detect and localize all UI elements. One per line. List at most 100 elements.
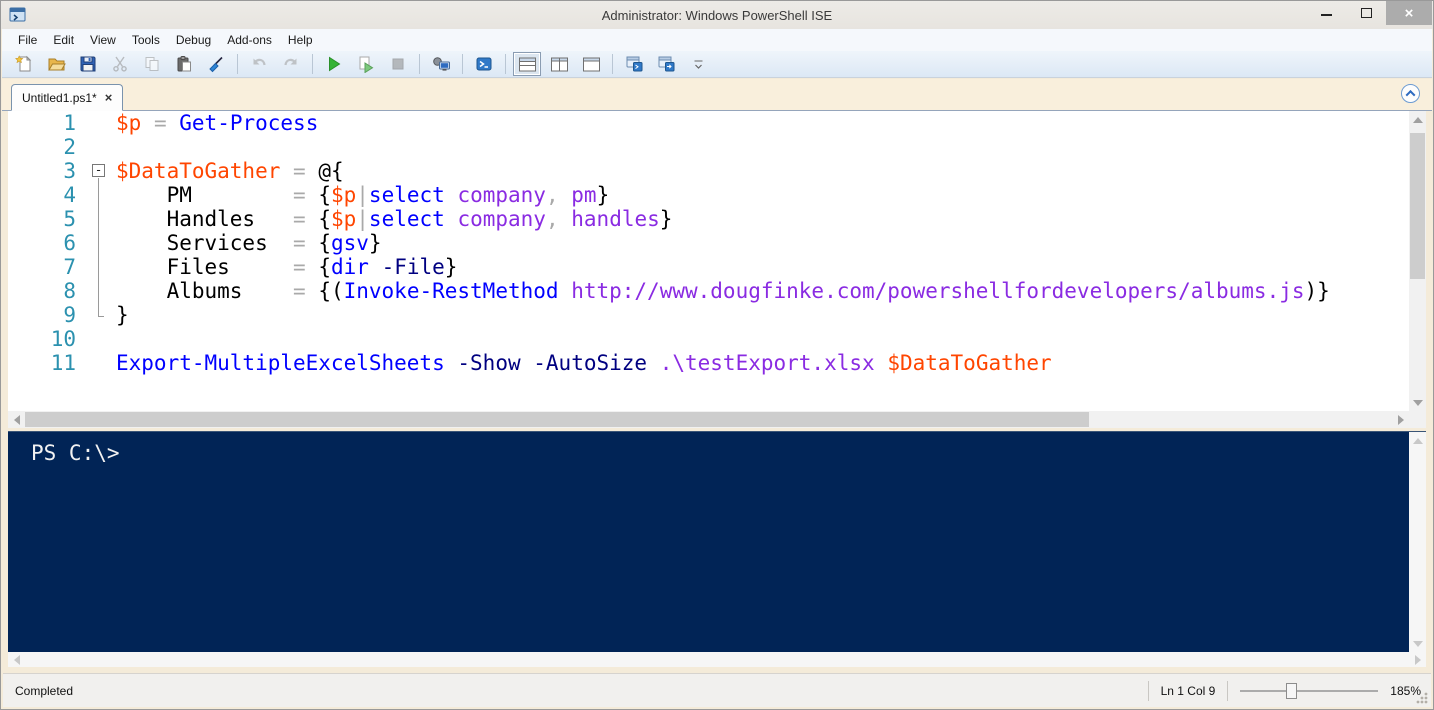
copy-icon xyxy=(143,55,161,73)
open-script-button[interactable] xyxy=(42,52,70,76)
close-icon: × xyxy=(1405,6,1414,21)
toolbar-separator xyxy=(237,54,238,74)
console-horizontal-scrollbar[interactable] xyxy=(8,652,1426,667)
powershell-app-icon xyxy=(9,6,27,24)
menu-view[interactable]: View xyxy=(82,30,124,50)
title-bar[interactable]: Administrator: Windows PowerShell ISE × xyxy=(1,1,1433,29)
new-script-icon xyxy=(15,55,33,73)
toolbar-overflow-button[interactable] xyxy=(684,52,712,76)
menu-edit[interactable]: Edit xyxy=(45,30,82,50)
code-line: 9} xyxy=(8,303,1409,327)
menu-file[interactable]: File xyxy=(10,30,45,50)
line-number: 3 xyxy=(8,159,76,183)
line-number: 5 xyxy=(8,207,76,231)
line-number: 7 xyxy=(8,255,76,279)
code-text: } xyxy=(116,303,129,327)
show-script-pane-right-button[interactable] xyxy=(545,52,573,76)
menu-help[interactable]: Help xyxy=(280,30,321,50)
close-powershell-tab-button[interactable] xyxy=(652,52,680,76)
show-script-pane-top-button[interactable] xyxy=(513,52,541,76)
collapse-script-pane-button[interactable] xyxy=(1401,84,1420,103)
tab-close-icon[interactable]: × xyxy=(105,91,113,104)
fold-collapse-control[interactable]: - xyxy=(76,159,116,183)
editor-vscroll-thumb[interactable] xyxy=(1410,133,1425,279)
run-selection-button[interactable] xyxy=(352,52,380,76)
redo-button[interactable] xyxy=(277,52,305,76)
toolbar-separator xyxy=(612,54,613,74)
minimize-button[interactable] xyxy=(1306,1,1346,25)
toolbar-separator xyxy=(312,54,313,74)
toolbar-separator xyxy=(419,54,420,74)
editor-horizontal-scrollbar[interactable] xyxy=(8,411,1426,428)
close-powershell-tab-icon xyxy=(657,55,676,73)
cut-button[interactable] xyxy=(106,52,134,76)
status-bar: Completed Ln 1 Col 9 185% xyxy=(3,673,1431,707)
scroll-right-arrow[interactable] xyxy=(1392,411,1409,428)
fold-gutter xyxy=(76,183,116,207)
save-script-button[interactable] xyxy=(74,52,102,76)
resize-grip[interactable] xyxy=(1415,691,1429,705)
chevron-up-icon xyxy=(1406,90,1416,100)
script-editor-pane[interactable]: 1$p = Get-Process23-$DataToGather = @{4 … xyxy=(8,111,1426,411)
maximize-icon xyxy=(1361,8,1372,18)
clear-console-pane-button[interactable] xyxy=(202,52,230,76)
clear-console-pane-icon xyxy=(207,55,225,73)
fold-gutter xyxy=(76,327,116,351)
show-script-pane-maximized-icon xyxy=(582,56,601,73)
cut-icon xyxy=(111,55,129,73)
scroll-left-arrow[interactable] xyxy=(8,652,25,667)
code-area[interactable]: 1$p = Get-Process23-$DataToGather = @{4 … xyxy=(8,111,1409,411)
toolbar xyxy=(2,51,1432,78)
statusbar-separator xyxy=(1148,681,1149,701)
stop-operation-button[interactable] xyxy=(384,52,412,76)
code-text: PM = {$p|select company, pm} xyxy=(116,183,609,207)
tab-row: Untitled1.ps1* × xyxy=(2,79,1432,111)
scroll-right-arrow[interactable] xyxy=(1409,652,1426,667)
scroll-up-arrow[interactable] xyxy=(1409,111,1426,128)
close-button[interactable]: × xyxy=(1386,1,1432,25)
run-script-button[interactable] xyxy=(320,52,348,76)
copy-button[interactable] xyxy=(138,52,166,76)
start-powershell-icon xyxy=(475,55,493,73)
scroll-down-arrow[interactable] xyxy=(1409,394,1426,411)
fold-gutter xyxy=(76,279,116,303)
fold-minus-icon[interactable]: - xyxy=(92,164,105,177)
code-line: 10 xyxy=(8,327,1409,351)
start-powershell-button[interactable] xyxy=(470,52,498,76)
console-pane[interactable]: PS C:\> xyxy=(8,431,1426,652)
show-script-pane-top-icon xyxy=(518,56,537,73)
console-vertical-scrollbar[interactable] xyxy=(1409,432,1426,652)
tab-untitled1[interactable]: Untitled1.ps1* × xyxy=(11,84,123,111)
maximize-button[interactable] xyxy=(1346,1,1386,25)
scroll-left-arrow[interactable] xyxy=(8,411,25,428)
zoom-slider[interactable] xyxy=(1240,682,1378,700)
scroll-down-arrow[interactable] xyxy=(1409,635,1426,652)
editor-vertical-scrollbar[interactable] xyxy=(1409,111,1426,411)
scroll-up-arrow[interactable] xyxy=(1409,432,1426,449)
menu-debug[interactable]: Debug xyxy=(168,30,219,50)
new-remote-powershell-tab-button[interactable] xyxy=(427,52,455,76)
undo-button[interactable] xyxy=(245,52,273,76)
new-powershell-tab-button[interactable] xyxy=(620,52,648,76)
fold-gutter xyxy=(76,351,116,375)
line-number: 8 xyxy=(8,279,76,303)
new-remote-powershell-tab-icon xyxy=(432,55,451,73)
menu-tools[interactable]: Tools xyxy=(124,30,168,50)
minimize-icon xyxy=(1321,14,1332,16)
menu-bar: FileEditViewToolsDebugAdd-onsHelp xyxy=(2,29,1432,51)
paste-button[interactable] xyxy=(170,52,198,76)
code-line: 1$p = Get-Process xyxy=(8,111,1409,135)
tab-label: Untitled1.ps1* xyxy=(22,91,97,105)
fold-gutter xyxy=(76,231,116,255)
toolbar-overflow-icon xyxy=(693,57,704,72)
statusbar-separator xyxy=(1227,681,1228,701)
fold-gutter xyxy=(76,303,116,327)
menu-addons[interactable]: Add-ons xyxy=(219,30,280,50)
code-text: Export-MultipleExcelSheets -Show -AutoSi… xyxy=(116,351,1052,375)
editor-hscroll-thumb[interactable] xyxy=(25,412,1089,427)
show-script-pane-maximized-button[interactable] xyxy=(577,52,605,76)
zoom-slider-track[interactable] xyxy=(1240,690,1378,692)
zoom-slider-thumb[interactable] xyxy=(1286,683,1297,699)
new-script-button[interactable] xyxy=(10,52,38,76)
toolbar-separator xyxy=(505,54,506,74)
